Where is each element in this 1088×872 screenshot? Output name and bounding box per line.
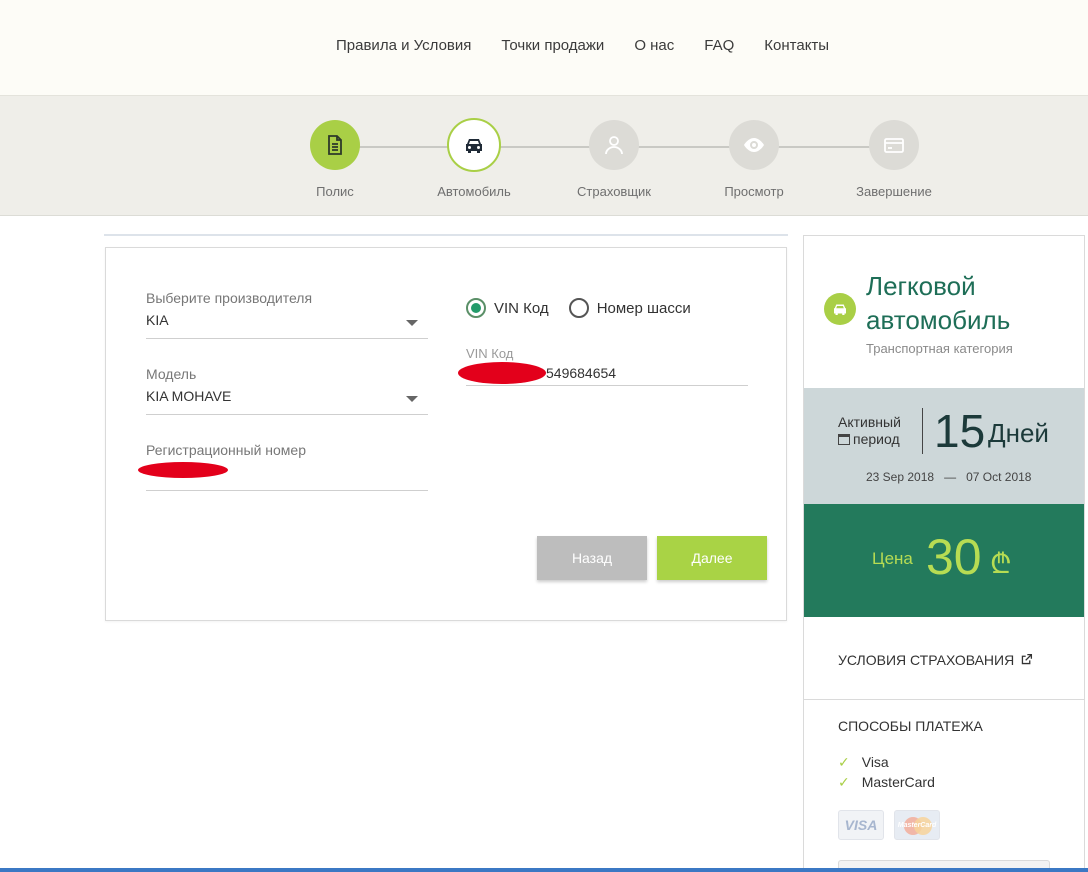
redaction-mark bbox=[458, 362, 546, 384]
next-button[interactable]: Далее bbox=[657, 536, 767, 580]
external-link-icon bbox=[1021, 653, 1033, 665]
nav-contacts[interactable]: Контакты bbox=[764, 37, 829, 54]
terms-section: УСЛОВИЯ СТРАХОВАНИЯ bbox=[804, 617, 1084, 700]
step-label: Автомобиль bbox=[437, 184, 511, 199]
payment-list: ✓ Visa ✓ MasterCard bbox=[838, 752, 1084, 792]
calendar-icon bbox=[838, 434, 850, 445]
manufacturer-label: Выберите производителя bbox=[146, 290, 313, 306]
lari-currency-icon: ₾ bbox=[990, 548, 1012, 579]
car-icon bbox=[824, 293, 856, 325]
model-value: KIA MOHAVE bbox=[146, 388, 232, 404]
vehicle-category: Легковой автомобиль Транспортная категор… bbox=[804, 236, 1084, 388]
active-period: Активный период 15 Дней 23 Sep 2018 — 07… bbox=[804, 388, 1084, 504]
credit-card-icon bbox=[869, 120, 919, 170]
user-icon bbox=[589, 120, 639, 170]
nav-faq[interactable]: FAQ bbox=[704, 37, 734, 54]
payment-title: СПОСОБЫ ПЛАТЕЖА bbox=[838, 718, 983, 734]
period-start: 23 Sep 2018 bbox=[866, 470, 935, 484]
manufacturer-value: KIA bbox=[146, 312, 169, 328]
manufacturer-select[interactable]: Выберите производителя KIA bbox=[146, 290, 428, 340]
eye-icon bbox=[729, 120, 779, 170]
vin-label: VIN Код bbox=[466, 346, 514, 361]
main-nav: Правила и Условия Точки продажи О нас FA… bbox=[336, 37, 829, 54]
list-item: ✓ Visa bbox=[838, 754, 889, 770]
top-header: Правила и Условия Точки продажи О нас FA… bbox=[0, 0, 1088, 96]
period-dates: 23 Sep 2018 — 07 Oct 2018 bbox=[866, 470, 1032, 484]
visa-logo-icon: VISA bbox=[838, 810, 884, 840]
model-select[interactable]: Модель KIA MOHAVE bbox=[146, 366, 428, 416]
check-icon: ✓ bbox=[838, 774, 850, 790]
mastercard-logo-icon: MasterCard bbox=[894, 810, 940, 840]
summary-panel: Легковой автомобиль Транспортная категор… bbox=[803, 235, 1085, 872]
radio-checked-icon bbox=[466, 298, 486, 318]
chevron-down-icon bbox=[406, 396, 418, 402]
car-icon bbox=[447, 118, 501, 172]
vin-radio[interactable]: VIN Код bbox=[466, 298, 549, 318]
step-review[interactable]: Просмотр bbox=[694, 120, 814, 199]
registration-number-label: Регистрационный номер bbox=[146, 442, 306, 458]
period-end: 07 Oct 2018 bbox=[966, 470, 1032, 484]
step-insurer[interactable]: Страховщик bbox=[554, 120, 674, 199]
bottom-edge bbox=[0, 868, 1088, 872]
step-label: Полис bbox=[316, 184, 354, 199]
payment-methods: СПОСОБЫ ПЛАТЕЖА ✓ Visa ✓ MasterCard VISA M… bbox=[804, 700, 1084, 872]
step-label: Страховщик bbox=[577, 184, 651, 199]
period-days-count: 15 bbox=[934, 405, 986, 457]
radio-unchecked-icon bbox=[568, 298, 589, 318]
period-days-unit: Дней bbox=[988, 418, 1049, 448]
list-item: ✓ MasterCard bbox=[838, 774, 935, 790]
id-type-radio-group: VIN Код Номер шасси bbox=[466, 298, 691, 318]
insurance-terms-link[interactable]: УСЛОВИЯ СТРАХОВАНИЯ bbox=[838, 652, 1033, 668]
redaction-mark bbox=[138, 462, 228, 478]
price-value: 30 bbox=[926, 529, 982, 585]
chassis-radio-label: Номер шасси bbox=[596, 299, 691, 317]
nav-terms[interactable]: Правила и Условия bbox=[336, 37, 471, 54]
price-label: Цена bbox=[872, 549, 913, 568]
step-policy[interactable]: Полис bbox=[275, 120, 395, 199]
progress-steps: Полис Автомобиль Страховщик Просмотр Зав… bbox=[0, 96, 1088, 216]
model-label: Модель bbox=[146, 366, 197, 382]
step-label: Завершение bbox=[856, 184, 932, 199]
back-button[interactable]: Назад bbox=[537, 536, 647, 580]
nav-points-of-sale[interactable]: Точки продажи bbox=[501, 37, 604, 54]
step-vehicle[interactable]: Автомобиль bbox=[414, 118, 534, 199]
card-logos: VISA MasterCard bbox=[838, 810, 1084, 840]
step-label: Просмотр bbox=[724, 184, 784, 199]
chassis-radio[interactable]: Номер шасси bbox=[568, 298, 691, 318]
nav-about[interactable]: О нас bbox=[634, 37, 674, 54]
vin-radio-label: VIN Код bbox=[494, 299, 549, 317]
vehicle-form: Выберите производителя KIA Модель KIA MO… bbox=[105, 247, 787, 621]
step-finish[interactable]: Завершение bbox=[834, 120, 954, 199]
check-icon: ✓ bbox=[838, 754, 850, 770]
chevron-down-icon bbox=[406, 320, 418, 326]
price-block: Цена 30 ₾ bbox=[804, 504, 1084, 617]
category-title: Легковой автомобиль bbox=[866, 271, 1011, 335]
document-icon bbox=[310, 120, 360, 170]
category-subtitle: Транспортная категория bbox=[866, 341, 1013, 356]
period-label: Активный период bbox=[838, 414, 901, 447]
form-top-rule bbox=[104, 234, 788, 236]
